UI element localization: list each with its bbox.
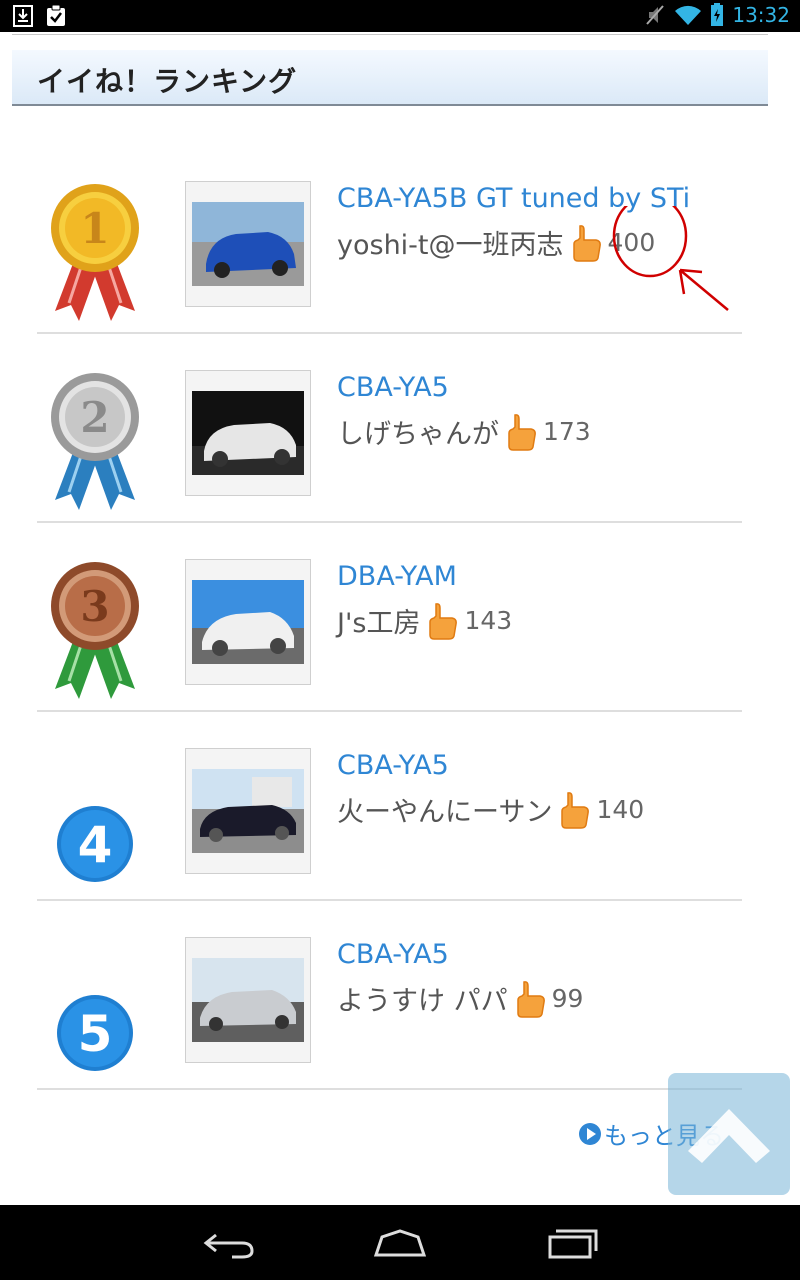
car-photo: [192, 958, 304, 1042]
like-info: ようすけ パパ 99: [337, 979, 583, 1018]
like-info: yoshi-t@一班丙志 400: [337, 223, 655, 262]
car-title[interactable]: CBA-YA5B GT tuned by STi: [337, 183, 690, 214]
car-title[interactable]: DBA-YAM: [337, 561, 457, 592]
user-name[interactable]: yoshi-t@一班丙志: [337, 223, 564, 262]
user-name[interactable]: 火ーやんにーサン: [337, 790, 552, 829]
user-name[interactable]: ようすけ パパ: [337, 979, 508, 1018]
mute-icon: [646, 5, 665, 25]
silver-medal-icon: 2: [51, 373, 139, 510]
like-count: 140: [596, 795, 645, 824]
car-thumbnail[interactable]: [185, 937, 311, 1063]
like-count: 99: [551, 984, 584, 1013]
thumbs-up-icon: [508, 413, 536, 451]
wifi-icon: [675, 5, 702, 25]
like-info: J's工房 143: [337, 601, 512, 640]
top-divider: [12, 34, 768, 35]
svg-text:5: 5: [78, 1005, 113, 1063]
like-count: 400: [607, 228, 656, 257]
download-icon: [13, 5, 33, 27]
ranking-item-2[interactable]: 2 CBA-YA5 しげちゃんが 173: [37, 334, 742, 523]
status-clock: 13:32: [732, 3, 790, 27]
rank-5-badge-icon: 5: [57, 995, 133, 1071]
rank-4-badge-icon: 4: [57, 806, 133, 882]
user-name[interactable]: J's工房: [337, 601, 420, 640]
car-thumbnail[interactable]: [185, 181, 311, 307]
car-photo: [192, 391, 304, 475]
ranking-header: イイね！ランキング: [12, 50, 768, 106]
status-bar: 13:32: [0, 0, 800, 32]
car-thumbnail[interactable]: [185, 748, 311, 874]
battery-icon: [711, 3, 724, 26]
ranking-item-3[interactable]: 3 DBA-YAM J's工房 143: [37, 523, 742, 712]
svg-text:3: 3: [80, 582, 109, 631]
thumbs-up-icon: [516, 980, 545, 1018]
car-photo: [192, 580, 304, 664]
clipboard-check-icon: [47, 4, 65, 26]
car-title[interactable]: CBA-YA5: [337, 372, 449, 403]
car-photo: [192, 202, 304, 286]
like-info: 火ーやんにーサン 140: [337, 790, 644, 829]
chevron-up-icon: [688, 1109, 770, 1163]
ranking-item-1[interactable]: 1 CBA-YA5B GT tuned by STi yoshi-t@一班丙志 …: [37, 145, 742, 334]
like-info: しげちゃんが 173: [337, 412, 591, 451]
ranking-item-5[interactable]: 5 CBA-YA5 ようすけ パパ 99: [37, 901, 742, 1090]
car-thumbnail[interactable]: [185, 370, 311, 496]
thumbs-up-icon: [572, 224, 601, 262]
recents-icon[interactable]: [544, 1227, 600, 1259]
user-name[interactable]: しげちゃんが: [337, 412, 499, 451]
thumbs-up-icon: [561, 791, 590, 829]
scroll-to-top-button[interactable]: [668, 1073, 790, 1195]
ranking-item-4[interactable]: 4 CBA-YA5 火ーやんにーサン 140: [37, 712, 742, 901]
bronze-medal-icon: 3: [51, 562, 139, 699]
svg-text:2: 2: [80, 393, 109, 442]
like-count: 143: [464, 606, 513, 635]
navigation-bar: [0, 1205, 800, 1280]
gold-medal-icon: 1: [51, 184, 139, 321]
car-photo: [192, 769, 304, 853]
thumbs-up-icon: [429, 602, 458, 640]
like-count: 173: [543, 417, 591, 446]
back-icon[interactable]: [202, 1227, 258, 1259]
car-thumbnail[interactable]: [185, 559, 311, 685]
svg-text:1: 1: [80, 204, 109, 253]
car-title[interactable]: CBA-YA5: [337, 939, 449, 970]
car-title[interactable]: CBA-YA5: [337, 750, 449, 781]
page-title: イイね！ランキング: [37, 65, 298, 98]
play-circle-icon: [579, 1122, 601, 1145]
svg-text:4: 4: [78, 816, 113, 874]
home-icon[interactable]: [372, 1227, 428, 1259]
